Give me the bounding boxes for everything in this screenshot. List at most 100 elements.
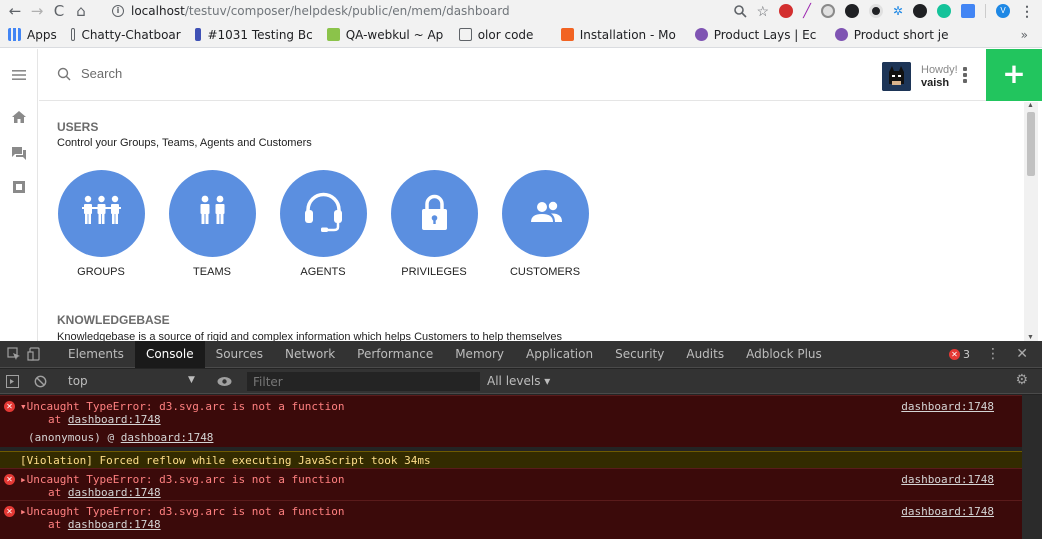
address-bar[interactable]: i localhost/testuv/composer/helpdesk/pub… bbox=[112, 2, 510, 20]
inspect-element-icon[interactable] bbox=[7, 347, 21, 361]
translate-icon[interactable] bbox=[961, 4, 975, 18]
grammarly-icon[interactable] bbox=[937, 4, 951, 18]
bookmarks-overflow[interactable]: » bbox=[1021, 28, 1028, 42]
dark-circle-extension-icon[interactable] bbox=[844, 4, 859, 18]
error-icon: ✕ bbox=[4, 401, 15, 412]
agents-tile[interactable]: AGENTS bbox=[278, 170, 368, 278]
back-icon[interactable]: ← bbox=[4, 2, 26, 20]
tickets-icon[interactable] bbox=[11, 145, 27, 161]
reload-icon[interactable]: C bbox=[48, 2, 70, 20]
console-settings-icon[interactable]: ⚙ bbox=[1015, 372, 1028, 388]
bookmark-label: olor code bbox=[477, 27, 534, 42]
source-link[interactable]: dashboard:1748 bbox=[68, 518, 161, 531]
filter-input[interactable] bbox=[247, 372, 480, 391]
bookmark-color-code[interactable]: olor code bbox=[458, 27, 547, 42]
groups-icon bbox=[57, 170, 145, 257]
stack-frame: (anonymous) @ dashboard:1748 bbox=[28, 431, 214, 444]
menu-icon[interactable] bbox=[11, 67, 27, 83]
woo-icon bbox=[694, 28, 708, 41]
bookmark-label: #1031 Testing Bc bbox=[207, 27, 313, 42]
bookmark-product-short[interactable]: Product short je bbox=[834, 28, 949, 42]
customers-icon bbox=[501, 170, 589, 257]
tab-application[interactable]: Application bbox=[515, 341, 604, 368]
bookmark-installation[interactable]: Installation - Mo bbox=[560, 28, 681, 42]
console-warning-row[interactable]: [Violation] Forced reflow while executin… bbox=[0, 451, 1022, 468]
add-button[interactable]: + bbox=[986, 49, 1042, 101]
tab-performance[interactable]: Performance bbox=[346, 341, 444, 368]
console-scrollbar[interactable] bbox=[1022, 395, 1042, 539]
bookmark-chatty[interactable]: Chatty-Chatboar bbox=[70, 28, 181, 42]
tab-security[interactable]: Security bbox=[604, 341, 675, 368]
context-select[interactable]: top bbox=[68, 374, 88, 388]
clear-console-icon[interactable] bbox=[34, 375, 47, 388]
console-error-row[interactable]: ✕ ▸Uncaught TypeError: d3.svg.arc is not… bbox=[0, 468, 1022, 500]
device-toolbar-icon[interactable] bbox=[27, 347, 41, 361]
search-input[interactable] bbox=[81, 66, 381, 81]
customers-tile[interactable]: CUSTOMERS bbox=[500, 170, 590, 278]
page-scrollbar[interactable]: ▲ ▼ bbox=[1024, 102, 1038, 341]
console-error-row[interactable]: ✕ ▸Uncaught TypeError: d3.svg.arc is not… bbox=[0, 500, 1022, 539]
kb-section-description: Knowledgebase is a source of rigid and c… bbox=[57, 331, 563, 341]
console-error-row[interactable]: ✕ ▾Uncaught TypeError: d3.svg.arc is not… bbox=[0, 395, 1022, 447]
error-message: ▾Uncaught TypeError: d3.svg.arc is not a… bbox=[20, 400, 345, 413]
knowledgebase-icon[interactable] bbox=[11, 179, 27, 195]
network-extension-icon[interactable]: ✲ bbox=[893, 4, 903, 18]
log-levels-select[interactable]: All levels ▾ bbox=[487, 374, 550, 388]
site-info-icon[interactable]: i bbox=[112, 5, 124, 17]
source-link[interactable]: dashboard:1748 bbox=[901, 400, 994, 413]
sidebar-toggle-icon[interactable] bbox=[6, 375, 19, 388]
home-icon[interactable] bbox=[11, 109, 27, 125]
zoom-icon[interactable] bbox=[733, 4, 747, 18]
tab-audits[interactable]: Audits bbox=[675, 341, 735, 368]
apps-grid-icon bbox=[8, 28, 21, 41]
source-link[interactable]: dashboard:1748 bbox=[901, 505, 994, 518]
adblock-icon[interactable] bbox=[779, 4, 794, 18]
devtools-panel: Elements Console Sources Network Perform… bbox=[0, 340, 1042, 539]
error-location: at dashboard:1748 bbox=[48, 413, 161, 426]
groups-tile[interactable]: GROUPS bbox=[56, 170, 146, 278]
tab-sources[interactable]: Sources bbox=[205, 341, 274, 368]
page-scrollbar-thumb[interactable] bbox=[1027, 112, 1035, 176]
puzzle-extension-icon[interactable] bbox=[820, 4, 835, 18]
profile-avatar[interactable]: V bbox=[996, 4, 1010, 18]
bookmarks-bar: Apps Chatty-Chatboar #1031 Testing Bc QA… bbox=[0, 22, 1042, 48]
tab-elements[interactable]: Elements bbox=[57, 341, 135, 368]
error-message: ▸Uncaught TypeError: d3.svg.arc is not a… bbox=[20, 473, 345, 486]
kb-section-title: KNOWLEDGEBASE bbox=[57, 313, 170, 327]
devtools-menu-icon[interactable]: ⋮ bbox=[986, 346, 1000, 362]
home-icon[interactable]: ⌂ bbox=[70, 2, 92, 20]
pen-extension-icon[interactable]: ╱ bbox=[803, 3, 811, 19]
scroll-down-arrow-icon[interactable]: ▼ bbox=[1027, 334, 1034, 341]
source-link[interactable]: dashboard:1748 bbox=[68, 486, 161, 499]
bookmark-apps[interactable]: Apps bbox=[8, 28, 57, 42]
source-link[interactable]: dashboard:1748 bbox=[901, 473, 994, 486]
source-link[interactable]: dashboard:1748 bbox=[68, 413, 161, 426]
browser-toolbar: ← → C ⌂ i localhost/testuv/composer/help… bbox=[0, 0, 1042, 22]
teams-label: TEAMS bbox=[193, 266, 231, 278]
source-link[interactable]: dashboard:1748 bbox=[121, 431, 214, 444]
bookmark-testing[interactable]: #1031 Testing Bc bbox=[194, 27, 313, 42]
privileges-label: PRIVILEGES bbox=[401, 266, 467, 278]
forward-icon[interactable]: → bbox=[26, 2, 48, 20]
tab-memory[interactable]: Memory bbox=[444, 341, 515, 368]
bookmark-qa-webkul[interactable]: QA-webkul ~ Ap bbox=[326, 28, 445, 42]
error-counter[interactable]: ✕ 3 bbox=[949, 348, 970, 361]
privileges-tile[interactable]: PRIVILEGES bbox=[389, 170, 479, 278]
tab-network[interactable]: Network bbox=[274, 341, 346, 368]
user-avatar[interactable] bbox=[882, 62, 911, 91]
tab-console[interactable]: Console bbox=[134, 340, 205, 368]
github-icon[interactable] bbox=[913, 4, 927, 18]
bookmark-product-lays[interactable]: Product Lays | Ec bbox=[694, 28, 821, 42]
context-dropdown-icon[interactable]: ▼ bbox=[188, 375, 195, 385]
bookmark-star-icon[interactable]: ☆ bbox=[757, 3, 770, 20]
close-devtools-icon[interactable]: ✕ bbox=[1016, 346, 1028, 362]
tab-adblock-plus[interactable]: Adblock Plus bbox=[735, 341, 833, 368]
issue-icon bbox=[194, 28, 202, 41]
browser-menu-icon[interactable]: ⋮ bbox=[1020, 3, 1034, 20]
user-menu-icon[interactable] bbox=[961, 67, 969, 85]
record-extension-icon[interactable] bbox=[868, 4, 883, 18]
console-output: ✕ ▾Uncaught TypeError: d3.svg.arc is not… bbox=[0, 395, 1022, 539]
scroll-up-arrow-icon[interactable]: ▲ bbox=[1027, 102, 1034, 109]
live-expression-icon[interactable] bbox=[217, 376, 232, 387]
teams-tile[interactable]: TEAMS bbox=[167, 170, 257, 278]
